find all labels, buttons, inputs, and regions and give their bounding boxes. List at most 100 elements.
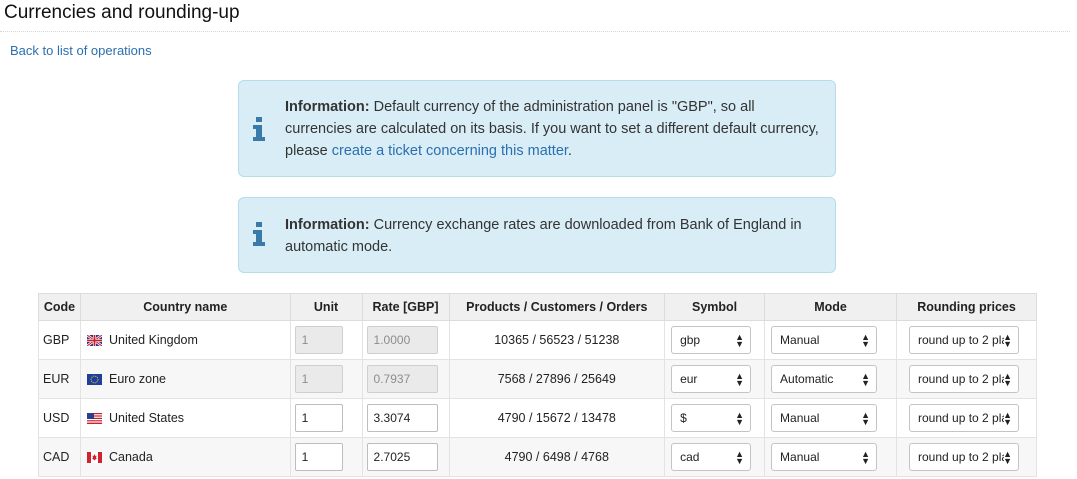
select-arrows-icon: ▲ ▼	[861, 332, 871, 349]
currency-code: USD	[38, 398, 81, 438]
info-box-default-currency: Information: Default currency of the adm…	[238, 80, 836, 177]
header-country-name[interactable]: Country name	[79, 293, 291, 321]
rounding-select[interactable]: round up to 2 places▲▼	[909, 443, 1019, 471]
country-cell: Euro zone	[79, 359, 291, 399]
info-label: Information:	[285, 217, 370, 233]
currencies-table: Code Country name Unit Rate [GBP] Produc…	[38, 293, 1037, 477]
select-arrows-icon: ▲ ▼	[1003, 371, 1012, 388]
rounding-cell: round up to 2 places▲▼	[896, 398, 1037, 438]
select-arrows-icon: ▲ ▼	[1003, 332, 1012, 349]
rounding-cell: round up to 2 places▲▼	[896, 437, 1037, 477]
unit-cell	[289, 320, 363, 360]
symbol-cell: gbp ▲ ▼	[664, 320, 766, 360]
symbol-select[interactable]: $ ▲ ▼	[671, 404, 752, 432]
mode-select[interactable]: Manual ▲ ▼	[771, 404, 878, 432]
unit-cell	[289, 398, 363, 438]
header-products-customers-orders[interactable]: Products / Customers / Orders	[448, 293, 666, 321]
mode-value: Manual	[780, 333, 820, 347]
symbol-cell: $ ▲ ▼	[664, 398, 766, 438]
header-rate[interactable]: Rate [GBP]	[361, 293, 450, 321]
create-ticket-link[interactable]: create a ticket concerning this matter	[332, 143, 568, 159]
table-row: CAD Canada 4790 / 6498 / 4768 cad ▲▼ Manu…	[38, 437, 1037, 477]
uk-flag-icon	[86, 334, 102, 346]
symbol-value: eur	[680, 372, 698, 386]
country-name: United Kingdom	[108, 333, 198, 347]
symbol-select[interactable]: gbp ▲ ▼	[671, 326, 752, 354]
select-arrows-icon: ▲ ▼	[1003, 410, 1012, 427]
currency-code: GBP	[38, 320, 81, 360]
us-flag-icon	[86, 412, 102, 424]
info-box-exchange-rates: Information: Currency exchange rates are…	[238, 197, 836, 273]
mode-value: Manual	[780, 411, 820, 425]
rounding-value: round up to 2 places	[918, 372, 1004, 386]
info-label: Information:	[285, 99, 370, 115]
rounding-cell: round up to 2 places▲▼	[896, 320, 1037, 360]
select-arrows-icon: ▲ ▼	[735, 332, 745, 349]
country-cell: United Kingdom	[79, 320, 291, 360]
symbol-value: $	[680, 411, 687, 425]
ca-flag-icon	[86, 451, 102, 463]
mode-cell: Manual ▲ ▼	[764, 437, 897, 477]
country-name: United States	[108, 411, 185, 425]
back-to-operations-link[interactable]: Back to list of operations	[10, 43, 152, 58]
header-code[interactable]: Code	[38, 293, 81, 321]
select-arrows-icon: ▲ ▼	[735, 449, 745, 466]
mode-cell: Automatic ▲ ▼	[764, 359, 897, 399]
header-symbol[interactable]: Symbol	[664, 293, 766, 321]
rate-input	[366, 326, 438, 354]
symbol-value: cad	[680, 450, 700, 464]
stats-cell: 4790 / 15672 / 13478	[448, 398, 666, 438]
eu-flag-icon	[86, 373, 102, 385]
mode-select[interactable]: Manual ▲ ▼	[771, 326, 878, 354]
table-row: GBP United Kingdom 10365 /	[38, 320, 1037, 360]
header-rounding-prices[interactable]: Rounding prices	[896, 293, 1037, 321]
info-icon	[253, 117, 265, 141]
stats-cell: 10365 / 56523 / 51238	[448, 320, 666, 360]
table-row: USD United States 4790 / 15	[38, 398, 1037, 438]
country-cell: Canada	[79, 437, 291, 477]
mode-select[interactable]: Automatic ▲ ▼	[771, 365, 878, 393]
header-mode[interactable]: Mode	[764, 293, 897, 321]
symbol-select[interactable]: eur ▲ ▼	[671, 365, 752, 393]
rounding-value: round up to 2 places	[918, 333, 1004, 347]
info-icon	[253, 222, 265, 246]
country-cell: United States	[79, 398, 291, 438]
unit-input[interactable]	[294, 443, 343, 471]
unit-input	[294, 326, 343, 354]
rounding-select[interactable]: round up to 2 places▲▼	[909, 326, 1019, 354]
rounding-value: round up to 2 places	[918, 411, 1004, 425]
mode-select[interactable]: Manual ▲ ▼	[771, 443, 878, 471]
table-header-row: Code Country name Unit Rate [GBP] Produc…	[38, 293, 1037, 321]
unit-cell	[289, 359, 363, 399]
symbol-cell: cad ▲ ▼	[664, 437, 766, 477]
currency-code: EUR	[38, 359, 81, 399]
symbol-select[interactable]: cad ▲ ▼	[671, 443, 752, 471]
select-arrows-icon: ▲ ▼	[735, 410, 745, 427]
unit-input	[294, 365, 343, 393]
unit-input[interactable]	[294, 404, 343, 432]
header-unit[interactable]: Unit	[289, 293, 363, 321]
mode-cell: Manual ▲ ▼	[764, 398, 897, 438]
stats-cell: 7568 / 27896 / 25649	[448, 359, 666, 399]
select-arrows-icon: ▲ ▼	[1003, 449, 1012, 466]
select-arrows-icon: ▲ ▼	[861, 371, 871, 388]
rate-input	[366, 365, 438, 393]
rounding-select[interactable]: round up to 2 places▲▼	[909, 404, 1019, 432]
country-name: Euro zone	[108, 372, 166, 386]
currency-code: CAD	[38, 437, 81, 477]
select-arrows-icon: ▲ ▼	[861, 410, 871, 427]
rate-cell	[361, 437, 450, 477]
rounding-value: round up to 2 places	[918, 450, 1004, 464]
table-row: EUR Euro zone 7568 / 27896 / 25649 eur ▲▼…	[38, 359, 1037, 399]
info-text-exchange-rates: Information: Currency exchange rates are…	[285, 214, 821, 258]
page-title: Currencies and rounding-up	[4, 2, 240, 23]
title-divider	[0, 31, 1070, 32]
stats-cell: 4790 / 6498 / 4768	[448, 437, 666, 477]
rounding-cell: round up to 2 places▲▼	[896, 359, 1037, 399]
rounding-select[interactable]: round up to 2 places▲▼	[909, 365, 1019, 393]
rate-input[interactable]	[366, 404, 438, 432]
rate-input[interactable]	[366, 443, 438, 471]
rate-cell	[361, 398, 450, 438]
unit-cell	[289, 437, 363, 477]
mode-cell: Manual ▲ ▼	[764, 320, 897, 360]
